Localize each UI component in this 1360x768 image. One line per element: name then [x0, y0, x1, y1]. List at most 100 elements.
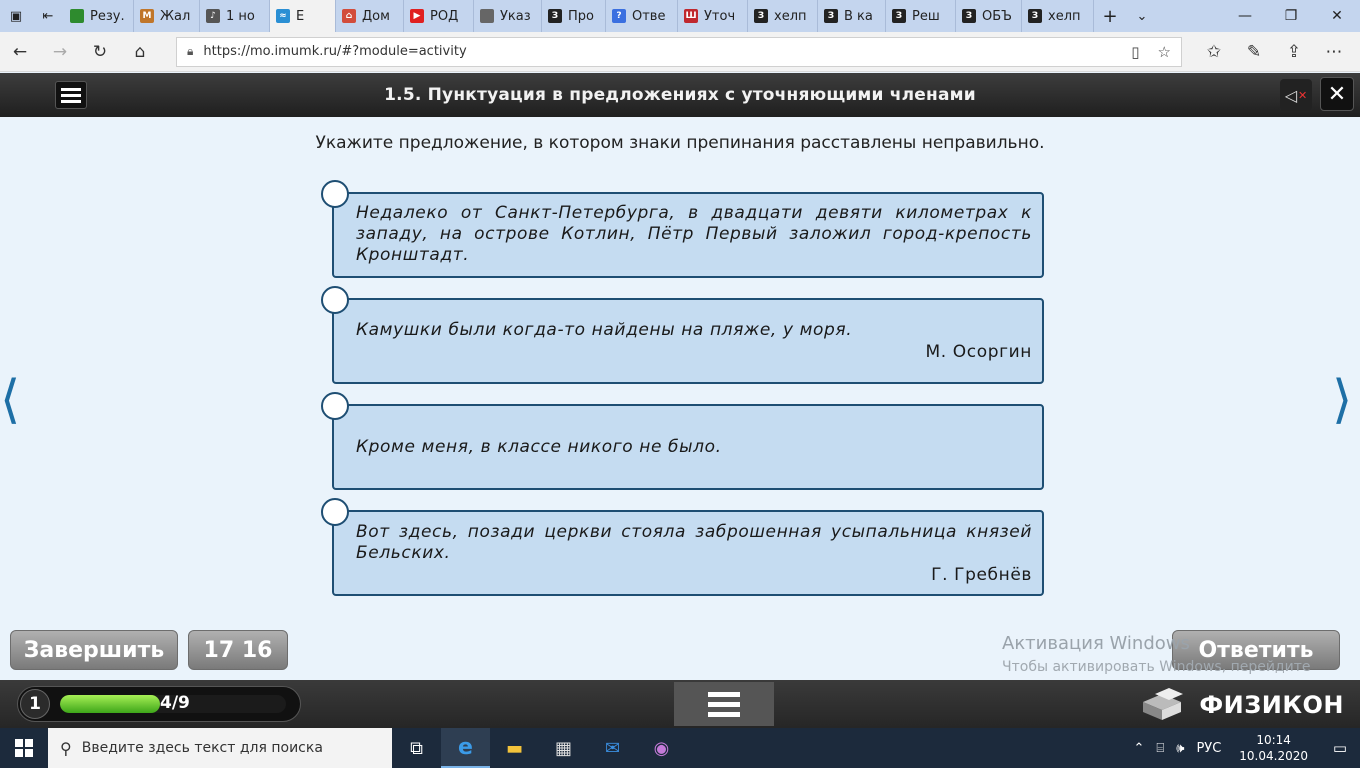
tab-favicon-icon: ♪	[206, 9, 220, 23]
browser-tab[interactable]: Указ	[474, 0, 542, 32]
progress-step: 1	[20, 689, 50, 719]
clock[interactable]: 10:14 10.04.2020	[1239, 732, 1308, 764]
tab-favicon-icon: З	[824, 9, 838, 23]
minimize-icon[interactable]: —	[1222, 0, 1268, 32]
option-radio[interactable]	[321, 180, 349, 208]
main-menu-icon[interactable]	[674, 682, 774, 726]
tab-favicon-icon	[480, 9, 494, 23]
browser-tab[interactable]: З ОБЪ	[956, 0, 1022, 32]
contents-menu-icon[interactable]	[55, 81, 87, 109]
option-text: Недалеко от Санкт-Петербурга, в двадцати…	[356, 203, 1032, 265]
tab-label: Дом	[362, 8, 390, 24]
home-icon[interactable]: ⌂	[120, 32, 160, 72]
browser-tab[interactable]: Ш Уточ	[678, 0, 748, 32]
finish-button[interactable]: Завершить	[10, 630, 178, 670]
share-icon[interactable]: ⇪	[1274, 32, 1314, 72]
favorites-icon[interactable]: ✩	[1194, 32, 1234, 72]
next-arrow-icon[interactable]: ⟩	[1332, 370, 1352, 430]
tab-favicon-icon: ?	[612, 9, 626, 23]
tab-label: хелп	[774, 8, 807, 24]
tab-label: Про	[568, 8, 594, 24]
browser-tab[interactable]: З Про	[542, 0, 606, 32]
browser-tab[interactable]: ♪ 1 но	[200, 0, 270, 32]
new-tab-icon[interactable]: +	[1094, 0, 1126, 32]
screen: ▣ ⇤ Резу. M Жал ♪ 1 но ≈ Е ⌂ Дом ▶ РОД Указ З Про? Отв…	[0, 0, 1360, 768]
brand-logo: ФИЗИКОН	[1135, 688, 1344, 722]
prev-arrow-icon[interactable]: ⟨	[0, 370, 20, 430]
browser-tab[interactable]: ⌂ Дом	[336, 0, 404, 32]
refresh-icon[interactable]: ↻	[80, 32, 120, 72]
browser-tab[interactable]: M Жал	[134, 0, 200, 32]
taskbar-search[interactable]: ⚲ Введите здесь текст для поиска	[48, 728, 392, 768]
edge-browser-icon[interactable]: e	[441, 728, 490, 768]
tab-label: хелп	[1048, 8, 1081, 24]
reading-view-icon[interactable]: ▯	[1131, 43, 1139, 61]
favorite-star-icon[interactable]: ☆	[1158, 43, 1171, 61]
language-indicator[interactable]: РУС	[1196, 741, 1221, 756]
browser-tabstrip: ▣ ⇤ Резу. M Жал ♪ 1 но ≈ Е ⌂ Дом ▶ РОД Указ З Про? Отв…	[0, 0, 1360, 32]
option-radio[interactable]	[321, 498, 349, 526]
game-app-icon[interactable]: ◉	[637, 728, 686, 768]
app-header: 1.5. Пунктуация в предложениях с уточняю…	[0, 73, 1360, 117]
tab-favicon-icon	[70, 9, 84, 23]
more-icon[interactable]: ⋯	[1314, 32, 1354, 72]
browser-tab[interactable]: З В ка	[818, 0, 886, 32]
search-placeholder: Введите здесь текст для поиска	[81, 740, 323, 756]
browser-tab[interactable]: ▶ РОД	[404, 0, 474, 32]
app-bottom-bar: 1 4/9 ФИЗИКОН	[0, 680, 1360, 728]
close-icon[interactable]: ✕	[1320, 77, 1354, 111]
tab-list-chevron-icon[interactable]: ⌄	[1126, 0, 1158, 32]
browser-tab[interactable]: ≈ Е	[270, 0, 336, 32]
option-radio[interactable]	[321, 392, 349, 420]
browser-tab[interactable]: Резу.	[64, 0, 134, 32]
store-icon[interactable]: ▦	[539, 728, 588, 768]
clock-date: 10.04.2020	[1239, 749, 1308, 763]
browser-tab[interactable]: ? Отве	[606, 0, 678, 32]
sound-muted-icon[interactable]: ◁ ✕	[1280, 79, 1312, 111]
url-text: https://mo.imumk.ru/#?module=activity	[203, 44, 467, 59]
option-radio[interactable]	[321, 286, 349, 314]
lock-icon: 🔒︎	[187, 44, 194, 58]
address-bar[interactable]: 🔒︎ https://mo.imumk.ru/#?module=activity…	[176, 36, 1182, 67]
browser-toolbar: ← → ↻ ⌂ 🔒︎ https://mo.imumk.ru/#?module=…	[0, 32, 1360, 72]
timer-badge: 17 16	[188, 630, 288, 670]
tab-label: В ка	[844, 8, 873, 24]
progress-indicator: 1 4/9	[17, 686, 301, 722]
progress-fill	[60, 695, 161, 713]
progress-label: 4/9	[160, 693, 190, 713]
notes-pen-icon[interactable]: ✎	[1234, 32, 1274, 72]
tab-label: Жал	[160, 8, 191, 24]
tab-favicon-icon: З	[892, 9, 906, 23]
tab-label: 1 но	[226, 8, 255, 24]
tab-label: ОБЪ	[982, 8, 1012, 24]
answer-option-3[interactable]: Кроме меня, в классе никого не было.	[321, 392, 1044, 490]
tab-label: Е	[296, 8, 305, 24]
browser-tab[interactable]: З Реш	[886, 0, 956, 32]
restore-icon[interactable]: ❐	[1268, 0, 1314, 32]
tab-label: Реш	[912, 8, 940, 24]
tab-list: Резу. M Жал ♪ 1 но ≈ Е ⌂ Дом ▶ РОД Указ З Про? Отве Ш Ут…	[64, 0, 1094, 32]
answer-option-4[interactable]: Вот здесь, позади церкви стояла заброшен…	[321, 498, 1044, 596]
tab-favicon-icon: M	[140, 9, 154, 23]
back-icon[interactable]: ←	[0, 32, 40, 72]
file-explorer-icon[interactable]: ▬	[490, 728, 539, 768]
browser-tab[interactable]: Зхелп	[1022, 0, 1094, 32]
notifications-icon[interactable]: ▭	[1320, 728, 1360, 768]
answer-option-2[interactable]: Камушки были когда-то найдены на пляже, …	[321, 286, 1044, 384]
browser-tab[interactable]: Зхелп	[748, 0, 818, 32]
tray-chevron-icon[interactable]: ⌃	[1134, 741, 1145, 756]
set-aside-tabs-icon[interactable]: ⇤	[32, 0, 64, 32]
question-text: Укажите предложение, в котором знаки пре…	[315, 133, 1045, 153]
tab-manager-icon[interactable]: ▣	[0, 0, 32, 32]
forward-icon[interactable]: →	[40, 32, 80, 72]
tab-label: РОД	[430, 8, 459, 24]
start-button[interactable]	[0, 728, 48, 768]
task-view-icon[interactable]: ⧉	[392, 728, 441, 768]
volume-icon[interactable]: 🕪︎	[1176, 741, 1184, 756]
mail-icon[interactable]: ✉	[588, 728, 637, 768]
window-close-icon[interactable]: ✕	[1314, 0, 1360, 32]
tab-label: Уточ	[704, 8, 736, 24]
network-icon[interactable]: ⌸	[1156, 741, 1164, 756]
tab-label: Указ	[500, 8, 531, 24]
answer-option-1[interactable]: Недалеко от Санкт-Петербурга, в двадцати…	[321, 180, 1044, 278]
